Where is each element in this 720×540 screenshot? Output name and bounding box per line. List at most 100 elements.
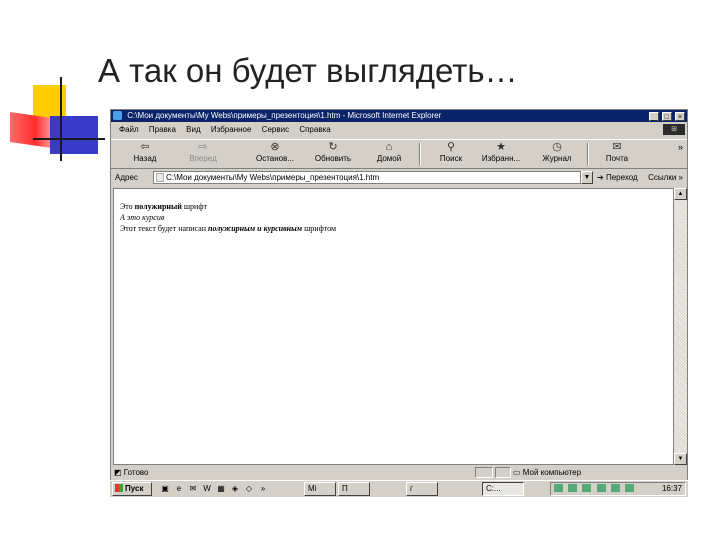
menu-tools[interactable]: Сервис — [262, 125, 289, 134]
text-bold: полужирный — [134, 202, 182, 211]
history-label: Журнал — [542, 154, 572, 163]
forward-button[interactable]: ⇨ Вперед — [175, 140, 231, 168]
text-normal: Этот текст будет написан — [120, 224, 208, 233]
standard-toolbar: ⇦ Назад ⇨ Вперед ⊗ Останов... ↻ Обновить… — [111, 139, 687, 169]
links-chevron-icon: » — [678, 173, 683, 182]
windows-taskbar: Пуск ▣ e ✉ W ▦ ◈ ◇ » Mi П г С:... 16:37 — [110, 480, 688, 497]
content-line-bold: Это полужирный шрифт — [120, 201, 673, 212]
tray-app-icon[interactable] — [596, 484, 606, 492]
window-titlebar[interactable]: C:\Мои документы\My Webs\примеры_презент… — [111, 110, 687, 122]
tray-app-icon[interactable] — [582, 484, 592, 492]
page-content: Это полужирный шрифт А это курсив Этот т… — [113, 188, 674, 465]
content-line-bolditalic: Этот текст будет написан полужирным и ку… — [120, 223, 673, 234]
back-button[interactable]: ⇦ Назад — [117, 140, 173, 168]
quicklaunch-word-icon[interactable]: W — [202, 484, 212, 494]
task-button[interactable]: П — [338, 482, 370, 496]
go-arrow-icon: ➔ — [597, 173, 604, 182]
tray-app-icon[interactable] — [625, 484, 635, 492]
back-label: Назад — [133, 154, 157, 163]
status-text: ◩ Готово — [114, 466, 149, 479]
task-button[interactable]: г — [406, 482, 438, 496]
mail-icon: ✉ — [612, 141, 622, 153]
start-button[interactable]: Пуск — [112, 482, 152, 496]
task-label: С:... — [486, 484, 501, 493]
clock[interactable]: 16:37 — [662, 483, 682, 495]
links-button[interactable]: Ссылки » — [648, 170, 683, 185]
address-bar: Адрес C:\Мои документы\My Webs\примеры_п… — [111, 169, 687, 186]
status-label: Готово — [123, 468, 149, 477]
decor-red-shape — [10, 112, 52, 148]
text-normal: Это — [120, 202, 135, 211]
stop-icon: ⊗ — [270, 141, 280, 153]
search-icon: ⚲ — [446, 141, 456, 153]
content-line-italic: А это курсив — [120, 212, 673, 223]
history-icon: ◷ — [552, 141, 562, 153]
vertical-scrollbar[interactable]: ▲ ▼ — [674, 188, 687, 465]
quicklaunch-app-icon[interactable]: ▦ — [216, 484, 226, 494]
favorites-button[interactable]: ★ Избранн... — [473, 140, 529, 168]
task-label: Mi — [308, 484, 317, 493]
quicklaunch-app-icon[interactable]: ◇ — [244, 484, 254, 494]
quicklaunch-desktop-icon[interactable]: ▣ — [160, 484, 170, 494]
search-button[interactable]: ⚲ Поиск — [423, 140, 479, 168]
start-label: Пуск — [125, 484, 144, 493]
scroll-down-icon[interactable]: ▼ — [674, 453, 687, 465]
address-label: Адрес — [115, 173, 138, 182]
close-button[interactable]: × — [675, 112, 685, 121]
favorites-icon: ★ — [496, 141, 506, 153]
status-bar: ◩ Готово ▭ Мой компьютер — [111, 466, 687, 479]
window-title: C:\Мои документы\My Webs\примеры_презент… — [127, 111, 442, 120]
forward-arrow-icon: ⇨ — [198, 141, 208, 153]
windows-flag-icon — [115, 484, 123, 492]
computer-icon: ▭ — [513, 468, 521, 477]
stop-label: Останов... — [255, 154, 295, 163]
refresh-label: Обновить — [314, 154, 352, 163]
address-input[interactable]: C:\Мои документы\My Webs\примеры_презент… — [153, 171, 581, 184]
mail-label: Почта — [605, 154, 629, 163]
system-tray: 16:37 — [550, 482, 686, 496]
links-label: Ссылки — [648, 173, 677, 182]
tray-sound-icon[interactable] — [568, 484, 578, 492]
scroll-up-icon[interactable]: ▲ — [674, 188, 687, 200]
quicklaunch-more-icon[interactable]: » — [258, 484, 268, 494]
quicklaunch-app-icon[interactable]: ◈ — [230, 484, 240, 494]
decor-blue-square — [50, 116, 98, 154]
forward-label: Вперед — [189, 154, 217, 163]
search-label: Поиск — [439, 154, 463, 163]
go-button[interactable]: ➔ Переход — [597, 170, 638, 185]
task-label: П — [342, 484, 348, 493]
menu-edit[interactable]: Правка — [149, 125, 176, 134]
menu-help[interactable]: Справка — [299, 125, 330, 134]
windows-logo-icon: ⊞ — [663, 124, 685, 135]
text-italic: А это курсив — [120, 213, 165, 222]
toolbar-more-chevron-icon[interactable]: » — [678, 142, 683, 152]
menu-view[interactable]: Вид — [186, 125, 200, 134]
task-label: г — [410, 484, 413, 493]
menu-favorites[interactable]: Избранное — [211, 125, 252, 134]
mail-button[interactable]: ✉ Почта — [589, 140, 645, 168]
quicklaunch-mail-icon[interactable]: ✉ — [188, 484, 198, 494]
address-value: C:\Мои документы\My Webs\примеры_презент… — [166, 173, 380, 182]
home-icon: ⌂ — [385, 141, 393, 153]
home-label: Домой — [376, 154, 402, 163]
home-button[interactable]: ⌂ Домой — [361, 140, 417, 168]
task-button[interactable]: Mi — [304, 482, 336, 496]
quicklaunch-ie-icon[interactable]: e — [174, 484, 184, 494]
refresh-button[interactable]: ↻ Обновить — [305, 140, 361, 168]
tray-network-icon[interactable] — [554, 484, 563, 492]
address-dropdown-icon[interactable]: ▼ — [581, 171, 593, 184]
maximize-button[interactable]: □ — [661, 112, 672, 121]
refresh-icon: ↻ — [328, 141, 338, 153]
minimize-button[interactable]: _ — [648, 112, 659, 121]
menu-file[interactable]: Файл — [119, 125, 139, 134]
go-label: Переход — [605, 173, 638, 182]
tray-app-icon[interactable] — [610, 484, 620, 492]
favorites-label: Избранн... — [481, 154, 521, 163]
stop-button[interactable]: ⊗ Останов... — [247, 140, 303, 168]
task-button-active[interactable]: С:... — [482, 482, 524, 496]
status-pane — [475, 467, 493, 478]
text-normal: шрифт — [181, 202, 208, 211]
history-button[interactable]: ◷ Журнал — [529, 140, 585, 168]
menu-bar: Файл Правка Вид Избранное Сервис Справка… — [111, 123, 687, 136]
status-pane — [495, 467, 511, 478]
